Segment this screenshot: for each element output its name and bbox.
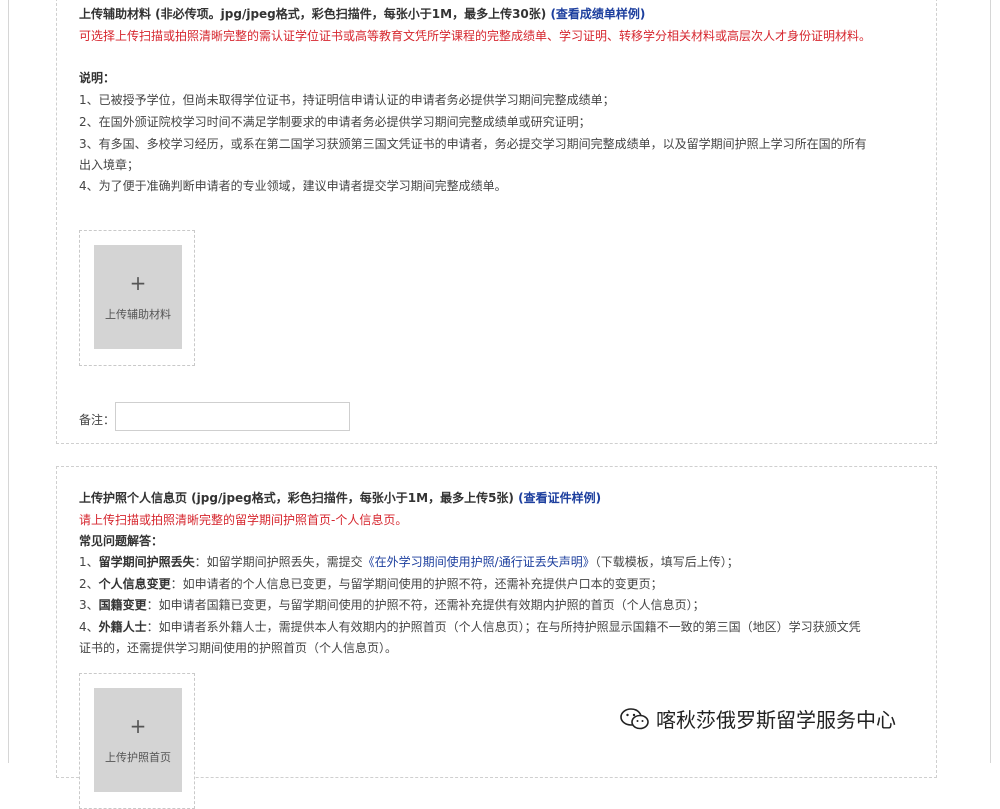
- explanation-line-3: 3、有多国、多校学习经历，或系在第二国学习获颁第三国文凭证书的申请者，务必提交学…: [79, 137, 867, 151]
- upload-supporting-materials-label: 上传辅助材料: [105, 308, 171, 321]
- wechat-watermark: 喀秋莎俄罗斯留学服务中心: [620, 704, 896, 733]
- upload-passport-button[interactable]: + 上传护照首页: [94, 688, 182, 792]
- explanation-heading: 说明：: [79, 71, 116, 85]
- supporting-materials-title-text: 上传辅助材料 (非必传项。jpg/jpeg格式，彩色扫描件，每张小于1M，最多上…: [79, 7, 547, 21]
- upload-supporting-materials-button[interactable]: + 上传辅助材料: [94, 245, 182, 349]
- upload-supporting-materials-dropzone[interactable]: + 上传辅助材料: [79, 230, 195, 366]
- upload-passport-dropzone[interactable]: + 上传护照首页: [79, 673, 195, 809]
- explanation-line-3-cont: 出入境章；: [79, 158, 140, 172]
- supporting-materials-panel: 上传辅助材料 (非必传项。jpg/jpeg格式，彩色扫描件，每张小于1M，最多上…: [56, 0, 937, 444]
- supporting-materials-title: 上传辅助材料 (非必传项。jpg/jpeg格式，彩色扫描件，每张小于1M，最多上…: [79, 5, 645, 22]
- faq-item-lost-passport: 1、留学期间护照丢失：如留学期间护照丢失，需提交《在外学习期间使用护照/通行证丢…: [79, 555, 739, 569]
- faq-item-foreign-national-cont: 证书的，还需提供学习期间使用的护照首页（个人信息页）。: [79, 641, 398, 655]
- faq-item-foreign-national: 4、外籍人士：如申请者系外籍人士，需提供本人有效期内的护照首页（个人信息页）；在…: [79, 620, 861, 634]
- faq-heading: 常见问题解答：: [79, 534, 164, 548]
- remark-input[interactable]: [115, 402, 350, 431]
- passport-upload-title: 上传护照个人信息页 (jpg/jpeg格式，彩色扫描件，每张小于1M，最多上传5…: [79, 489, 601, 506]
- plus-icon: +: [129, 271, 147, 295]
- view-transcript-sample-link[interactable]: (查看成绩单样例): [550, 7, 645, 21]
- plus-icon: +: [129, 714, 147, 738]
- window-border-right: [990, 0, 991, 763]
- window-border-left: [8, 0, 9, 763]
- explanation-line-4: 4、为了便于准确判断申请者的专业领域，建议申请者提交学习期间完整成绩单。: [79, 179, 507, 193]
- watermark-text: 喀秋莎俄罗斯留学服务中心: [656, 708, 896, 732]
- wechat-icon: [620, 708, 650, 730]
- faq-item-nationality-change: 3、国籍变更：如申请者国籍已变更，与留学期间使用的护照不符，还需补充提供有效期内…: [79, 598, 705, 612]
- explanation-line-1: 1、已被授予学位，但尚未取得学位证书，持证明信申请认证的申请者务必提供学习期间完…: [79, 93, 615, 107]
- supporting-materials-note: 可选择上传扫描或拍照清晰完整的需认证学位证书或高等教育文凭所学课程的完整成绩单、…: [79, 29, 872, 43]
- remark-label: 备注：: [79, 413, 116, 427]
- passport-upload-note: 请上传扫描或拍照清晰完整的留学期间护照首页-个人信息页。: [79, 513, 408, 527]
- passport-upload-title-text: 上传护照个人信息页 (jpg/jpeg格式，彩色扫描件，每张小于1M，最多上传5…: [79, 491, 514, 505]
- faq-item-personal-info-change: 2、个人信息变更：如申请者的个人信息已变更，与留学期间使用的护照不符，还需补充提…: [79, 577, 663, 591]
- explanation-line-2: 2、在国外颁证院校学习时间不满足学制要求的申请者务必提供学习期间完整成绩单或研究…: [79, 115, 591, 129]
- lost-passport-declaration-link[interactable]: 《在外学习期间使用护照/通行证丢失声明》: [363, 555, 595, 569]
- view-certificate-sample-link[interactable]: (查看证件样例): [518, 491, 601, 505]
